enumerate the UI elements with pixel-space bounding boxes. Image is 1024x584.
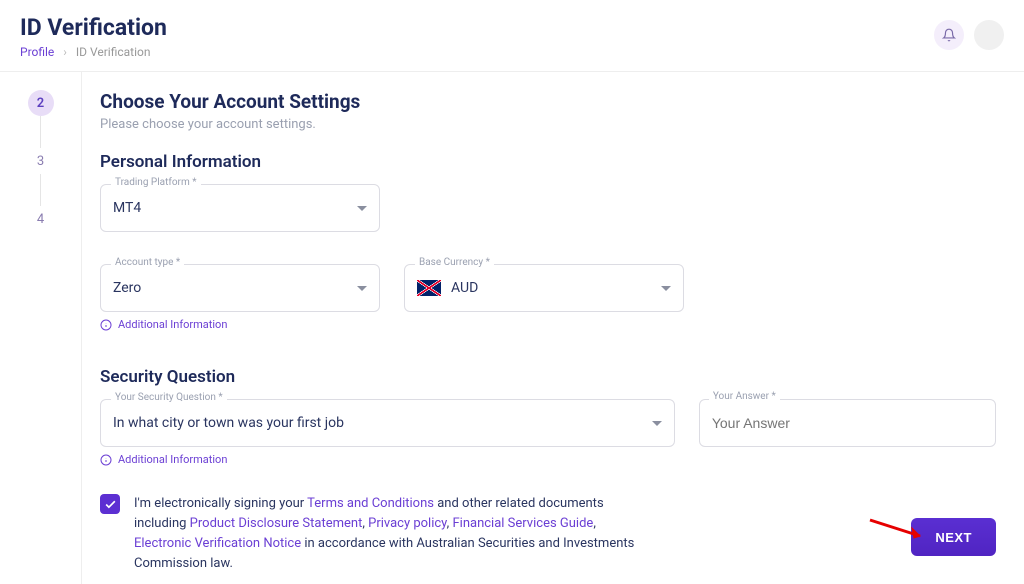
- breadcrumb-sep: ›: [63, 45, 67, 59]
- step-line: [40, 116, 41, 148]
- chevron-down-icon: [652, 421, 662, 426]
- breadcrumb-current: ID Verification: [76, 45, 151, 59]
- page-title: ID Verification: [20, 14, 167, 41]
- trading-platform-value: MT4: [113, 200, 357, 216]
- flag-icon: [417, 280, 441, 296]
- account-type-value: Zero: [113, 280, 357, 296]
- stepper: 2 3 4: [0, 72, 82, 584]
- settings-desc: Please choose your account settings.: [100, 117, 996, 132]
- avatar[interactable]: [974, 20, 1004, 50]
- chevron-down-icon: [357, 286, 367, 291]
- step-4[interactable]: 4: [28, 206, 54, 232]
- additional-info-link[interactable]: Additional Information: [100, 318, 996, 331]
- annotation-arrow-icon: [868, 514, 938, 544]
- security-answer-label: Your Answer *: [709, 391, 780, 402]
- consent-text: I'm electronically signing your Terms an…: [134, 494, 640, 575]
- breadcrumb-profile-link[interactable]: Profile: [20, 45, 54, 59]
- privacy-link[interactable]: Privacy policy: [368, 516, 447, 531]
- content-area: Choose Your Account Settings Please choo…: [82, 72, 1024, 584]
- page-header: ID Verification Profile › ID Verificatio…: [0, 0, 1024, 72]
- trading-platform-select[interactable]: Trading Platform * MT4: [100, 184, 380, 232]
- terms-link[interactable]: Terms and Conditions: [307, 496, 434, 511]
- info-icon: [100, 454, 112, 466]
- settings-title: Choose Your Account Settings: [100, 90, 996, 113]
- trading-platform-label: Trading Platform *: [111, 177, 201, 188]
- chevron-down-icon: [661, 286, 671, 291]
- consent-checkbox[interactable]: [100, 494, 120, 514]
- step-3[interactable]: 3: [28, 148, 54, 174]
- account-type-label: Account type *: [111, 257, 184, 268]
- personal-info-title: Personal Information: [100, 152, 996, 172]
- security-question-title: Security Question: [100, 367, 996, 387]
- fsg-link[interactable]: Financial Services Guide: [452, 516, 593, 531]
- account-type-select[interactable]: Account type * Zero: [100, 264, 380, 312]
- check-icon: [104, 498, 117, 511]
- breadcrumb: Profile › ID Verification: [20, 45, 167, 59]
- additional-info-label: Additional Information: [118, 453, 227, 466]
- base-currency-label: Base Currency *: [415, 257, 494, 268]
- base-currency-select[interactable]: Base Currency * AUD: [404, 264, 684, 312]
- pds-link[interactable]: Product Disclosure Statement: [190, 516, 363, 531]
- step-line: [40, 174, 41, 206]
- additional-info-label: Additional Information: [118, 318, 227, 331]
- evn-link[interactable]: Electronic Verification Notice: [134, 536, 301, 551]
- additional-info-link-2[interactable]: Additional Information: [100, 453, 996, 466]
- base-currency-value: AUD: [451, 280, 661, 296]
- info-icon: [100, 319, 112, 331]
- step-2[interactable]: 2: [28, 90, 54, 116]
- security-answer-input[interactable]: [699, 399, 996, 447]
- bell-icon: [942, 28, 956, 42]
- security-question-value: In what city or town was your first job: [113, 415, 652, 431]
- security-question-select[interactable]: Your Security Question * In what city or…: [100, 399, 675, 447]
- notifications-button[interactable]: [934, 20, 964, 50]
- security-question-label: Your Security Question *: [111, 392, 227, 403]
- chevron-down-icon: [357, 206, 367, 211]
